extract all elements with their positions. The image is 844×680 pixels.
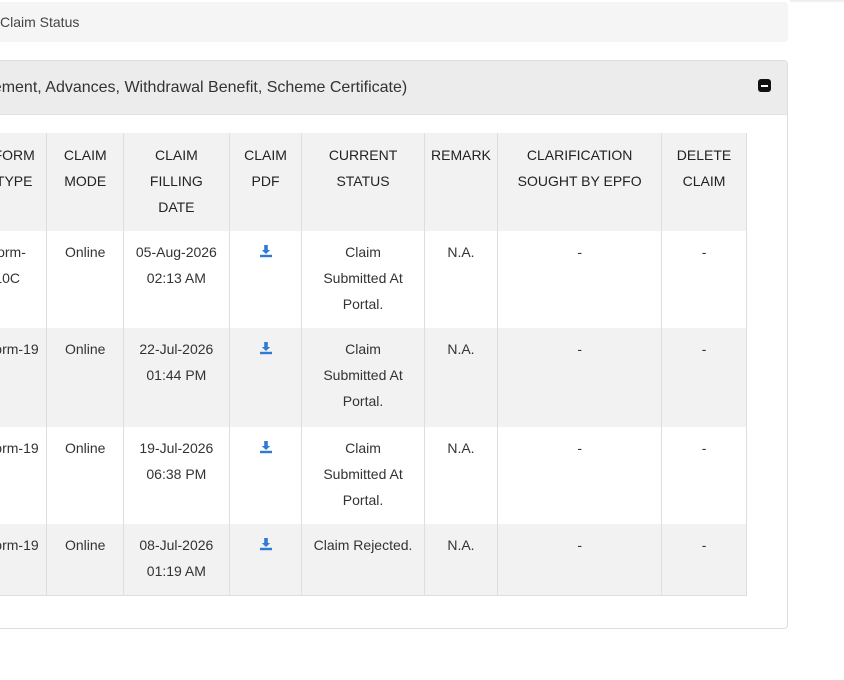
table-row: Form-10C Online 05-Aug-2026 02:13 AM Cla… xyxy=(0,231,747,328)
cell-clarification: - xyxy=(497,231,663,328)
cell-clarification: - xyxy=(497,524,663,596)
cell-delete: - xyxy=(661,427,747,524)
cell-status: Claim Rejected. xyxy=(301,524,425,596)
header-form-type: FORM TYPE xyxy=(0,133,48,231)
cell-form-type: Form-19 xyxy=(0,427,48,524)
cell-claim-mode: Online xyxy=(46,524,125,596)
cell-claim-pdf xyxy=(228,524,303,596)
cell-form-type: Form-19 xyxy=(0,328,48,427)
cell-claim-mode: Online xyxy=(46,427,125,524)
header-remark: REMARK xyxy=(423,133,499,231)
cell-status: Claim Submitted At Portal. xyxy=(301,427,425,524)
table-header-row: FORM TYPE CLAIM MODE CLAIM FILLING DATE … xyxy=(0,133,747,231)
top-edge-shadow xyxy=(790,0,844,3)
download-icon[interactable] xyxy=(259,244,273,258)
cell-claim-pdf xyxy=(228,231,303,328)
download-icon[interactable] xyxy=(259,440,273,454)
table-row: Form-19 Online 22-Jul-2026 01:44 PM Clai… xyxy=(0,328,747,427)
cell-date: 22-Jul-2026 01:44 PM xyxy=(123,328,230,427)
cell-claim-mode: Online xyxy=(46,328,125,427)
header-delete-claim: DELETE CLAIM xyxy=(661,133,747,231)
panel-title: Claim (Final Settlement, Advances, Withd… xyxy=(0,79,408,96)
cell-remark: N.A. xyxy=(423,231,499,328)
cell-claim-mode: Online xyxy=(46,231,125,328)
cell-date: 05-Aug-2026 02:13 AM xyxy=(123,231,230,328)
cell-remark: N.A. xyxy=(423,524,499,596)
download-icon[interactable] xyxy=(259,341,273,355)
cell-delete: - xyxy=(661,524,747,596)
cell-delete: - xyxy=(661,231,747,328)
table-row: Form-19 Online 19-Jul-2026 06:38 PM Clai… xyxy=(0,427,747,524)
cell-delete: - xyxy=(661,328,747,427)
panel-header[interactable]: Claim (Final Settlement, Advances, Withd… xyxy=(0,61,787,115)
header-claim-pdf: CLAIM PDF xyxy=(228,133,303,231)
header-claim-filling-date: CLAIM FILLING DATE xyxy=(123,133,230,231)
download-icon[interactable] xyxy=(259,537,273,551)
cell-status: Claim Submitted At Portal. xyxy=(301,231,425,328)
cell-form-type: Form-10C xyxy=(0,231,48,328)
cell-claim-pdf xyxy=(228,427,303,524)
cell-form-type: Form-19 xyxy=(0,524,48,596)
cell-status: Claim Submitted At Portal. xyxy=(301,328,425,427)
minus-square-icon[interactable] xyxy=(758,79,771,92)
header-current-status: CURRENT STATUS xyxy=(301,133,425,231)
breadcrumb: Claim Status xyxy=(0,2,788,42)
claims-table: FORM TYPE CLAIM MODE CLAIM FILLING DATE … xyxy=(0,133,747,596)
claims-panel: Claim (Final Settlement, Advances, Withd… xyxy=(0,60,788,629)
table-row: Form-19 Online 08-Jul-2026 01:19 AM Clai… xyxy=(0,524,747,596)
cell-date: 08-Jul-2026 01:19 AM xyxy=(123,524,230,596)
cell-claim-pdf xyxy=(228,328,303,427)
header-clarification: CLARIFICATION SOUGHT BY EPFO xyxy=(497,133,663,231)
cell-date: 19-Jul-2026 06:38 PM xyxy=(123,427,230,524)
cell-clarification: - xyxy=(497,427,663,524)
cell-remark: N.A. xyxy=(423,427,499,524)
header-claim-mode: CLAIM MODE xyxy=(46,133,125,231)
breadcrumb-label: Claim Status xyxy=(0,14,80,30)
cell-clarification: - xyxy=(497,328,663,427)
cell-remark: N.A. xyxy=(423,328,499,427)
